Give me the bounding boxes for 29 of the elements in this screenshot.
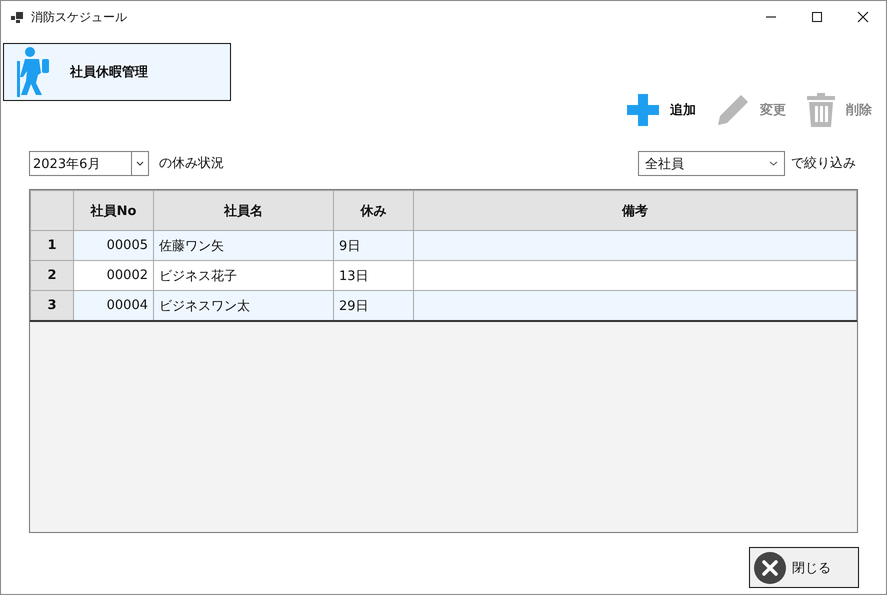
hiker-icon — [14, 47, 50, 97]
column-header[interactable]: 備考 — [414, 190, 856, 230]
corner-cell — [30, 190, 74, 230]
window-title: 消防スケジュール — [31, 8, 127, 26]
close-icon[interactable] — [857, 11, 869, 23]
toolbar-button[interactable]: 追加 — [626, 93, 696, 127]
pencil-icon — [716, 93, 750, 127]
app-icon — [11, 12, 23, 22]
column-header[interactable]: 休み — [334, 190, 414, 230]
filter-label: で絞り込み — [791, 155, 856, 173]
row-header[interactable]: 1 — [30, 230, 74, 260]
close-circle-icon — [754, 552, 786, 584]
plus-icon — [626, 93, 660, 127]
close-button[interactable]: 閉じる — [749, 547, 859, 588]
row-header[interactable]: 2 — [30, 260, 74, 290]
column-header[interactable]: 社員No — [74, 190, 154, 230]
table-cell: 29日 — [334, 290, 414, 321]
maximize-icon[interactable] — [811, 11, 823, 23]
month-label: の休み状況 — [159, 155, 224, 173]
table-cell: 00004 — [74, 290, 154, 321]
trash-icon — [806, 93, 836, 127]
table-cell: ビジネスワン太 — [154, 290, 334, 321]
column-header[interactable]: 社員名 — [154, 190, 334, 230]
row-header[interactable]: 3 — [30, 290, 74, 321]
header-title: 社員休暇管理 — [70, 64, 148, 81]
month-select[interactable]: 2023年6月 — [29, 151, 149, 176]
chevron-icon — [769, 161, 778, 166]
filter-select[interactable]: 全社員 — [638, 151, 785, 176]
chevron-icon — [136, 161, 144, 166]
